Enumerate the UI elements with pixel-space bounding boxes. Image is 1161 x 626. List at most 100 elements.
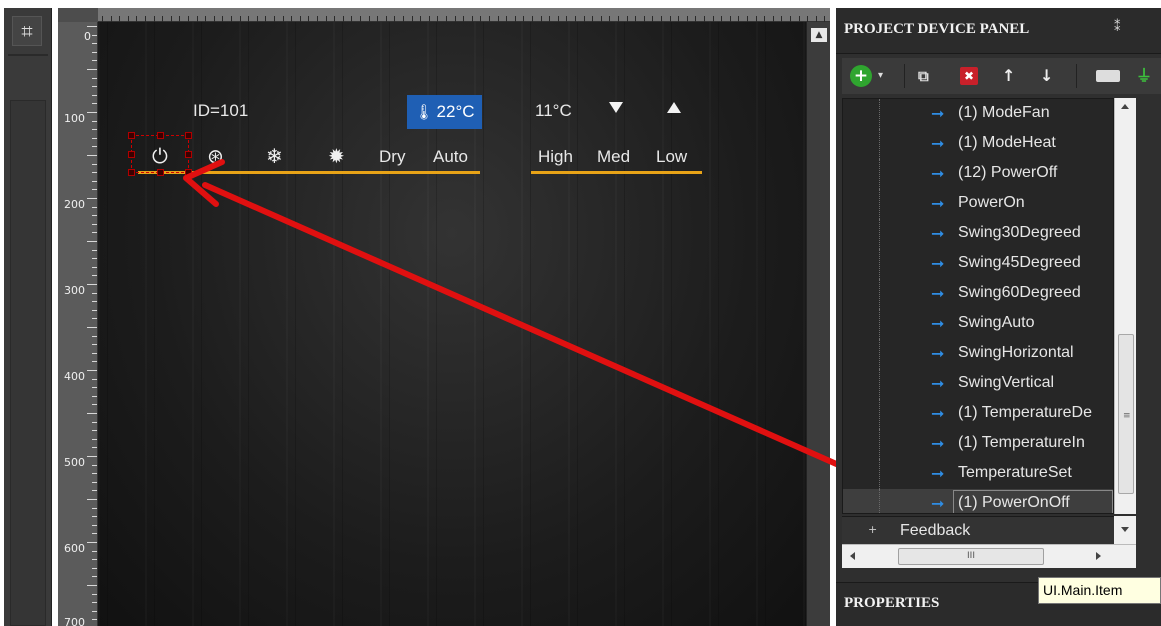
resize-handle[interactable] [185,169,192,176]
command-arrow-icon: ➞ [931,194,945,213]
resize-handle[interactable] [128,132,135,139]
tree-item-command[interactable]: ➞ Swing60Degreed [843,279,1113,309]
fit-to-screen-icon[interactable]: ⌗ [12,16,42,46]
tree-indent-line [879,99,880,129]
sun-icon[interactable]: ✹ [328,145,345,167]
fan-icon[interactable]: ⊛ [207,145,224,167]
tree-item-command[interactable]: ➞ SwingAuto [843,309,1113,339]
ruler-tick [92,619,97,621]
tree-item-command[interactable]: ➞ (1) ModeHeat [843,129,1113,159]
plug-icon[interactable]: ⏚ [1136,64,1152,88]
tree-horizontal-scrollbar[interactable]: III [842,544,1136,568]
ruler-tick [87,241,97,242]
tree-vertical-scrollbar[interactable]: ≡ [1114,98,1136,514]
ruler-tick [92,473,97,475]
ruler-tick [87,499,97,500]
tree-item-command[interactable]: ➞ PowerOn [843,189,1113,219]
ruler-label: 700 [64,616,85,626]
ruler-label: 200 [64,198,85,211]
canvas-vertical-scrollbar[interactable]: ▲ [806,22,830,626]
resize-handle[interactable] [157,169,164,176]
command-arrow-icon: ➞ [931,224,945,243]
ruler-tick [92,206,97,208]
ruler-tick [92,180,97,182]
command-arrow-icon: ➞ [931,254,945,273]
fan-med-button[interactable]: Med [597,147,630,167]
scroll-thumb[interactable]: ≡ [1118,334,1134,494]
tree-item-command[interactable]: ➞ (1) PowerOnOff [843,489,1113,513]
ruler-tick [92,232,97,234]
tree-item-command[interactable]: ➞ (12) PowerOff [843,159,1113,189]
toolbar-separator [1076,64,1077,88]
horizontal-ruler [98,8,830,22]
tree-indent-line [879,459,880,489]
tree-item-feedback[interactable]: + Feedback [842,516,1114,544]
add-icon[interactable]: + [850,65,872,87]
move-down-icon[interactable]: ↓ [1040,64,1053,88]
tree-scroll-down[interactable] [1114,516,1136,544]
triangle-up-icon[interactable] [667,102,681,113]
scroll-down-icon[interactable] [1121,527,1129,532]
tree-item-command[interactable]: ➞ (1) ModeFan [843,99,1113,129]
command-arrow-icon: ➞ [931,344,945,363]
tree-item-command[interactable]: ➞ (1) TemperatureDe [843,399,1113,429]
ruler-tick [92,524,97,526]
command-arrow-icon: ➞ [931,494,945,513]
command-label: SwingHorizontal [958,344,1074,361]
command-label: (1) TemperatureIn [958,434,1085,451]
mode-dry-button[interactable]: Dry [379,147,405,167]
ruler-tick [87,327,97,328]
resize-handle[interactable] [157,132,164,139]
scroll-up-icon[interactable]: ▲ [811,28,827,42]
ruler-tick [87,456,97,457]
device-id-label: ID=101 [193,101,249,120]
resize-handle[interactable] [185,151,192,158]
fan-underline [531,171,702,174]
snowflake-icon[interactable]: ❄ [266,145,283,167]
current-temperature-value: 22°C [436,102,475,121]
delete-icon[interactable]: ✖ [960,67,978,85]
tree-item-command[interactable]: ➞ SwingVertical [843,369,1113,399]
command-arrow-icon: ➞ [931,104,945,123]
expand-icon[interactable]: + [868,523,877,536]
ruler-tick [87,413,97,414]
tree-indent-line [879,279,880,309]
ruler-tick [92,344,97,346]
resize-handle[interactable] [128,169,135,176]
tree-item-command[interactable]: ➞ Swing30Degreed [843,219,1113,249]
pin-icon[interactable]: ⁑ [1114,20,1121,35]
tree-item-command[interactable]: ➞ Swing45Degreed [843,249,1113,279]
ruler-tick [87,112,97,113]
tree-item-command[interactable]: ➞ (1) TemperatureIn [843,429,1113,459]
hscroll-thumb[interactable]: III [898,548,1044,565]
resize-handle[interactable] [128,151,135,158]
keyboard-icon[interactable] [1096,70,1120,82]
ruler-tick [92,387,97,389]
move-up-icon[interactable]: ↑ [1002,64,1015,88]
scroll-right-icon[interactable] [1096,552,1101,560]
resize-handle[interactable] [185,132,192,139]
ruler-tick [92,94,97,96]
ruler-tick [87,370,97,371]
ruler-tick [92,189,97,191]
chevron-down-icon[interactable]: ▾ [878,64,883,88]
set-temperature-label: 11°C [535,101,572,120]
mode-auto-button[interactable]: Auto [433,147,468,167]
command-arrow-icon: ➞ [931,404,945,423]
project-device-panel: PROJECT DEVICE PANEL ⁑ + ▾ ⧉ ✖ ↑ ↓ ⏚ ➞ (1… [836,8,1161,626]
scroll-left-icon[interactable] [850,552,855,560]
current-temperature-chip[interactable]: 🌡 22°C [407,95,482,129]
command-arrow-icon: ➞ [931,434,945,453]
fan-high-button[interactable]: High [538,147,573,167]
fan-low-button[interactable]: Low [656,147,687,167]
copy-icon[interactable]: ⧉ [918,64,929,88]
tree-item-command[interactable]: ➞ TemperatureSet [843,459,1113,489]
ruler-tick [87,585,97,586]
tree-item-command[interactable]: ➞ SwingHorizontal [843,339,1113,369]
ruler-tick [92,550,97,552]
ruler-label: 500 [64,456,85,469]
ruler-tick [92,51,97,53]
scroll-up-icon[interactable] [1121,104,1129,109]
triangle-down-icon[interactable] [609,102,623,113]
tree-indent-line [879,219,880,249]
